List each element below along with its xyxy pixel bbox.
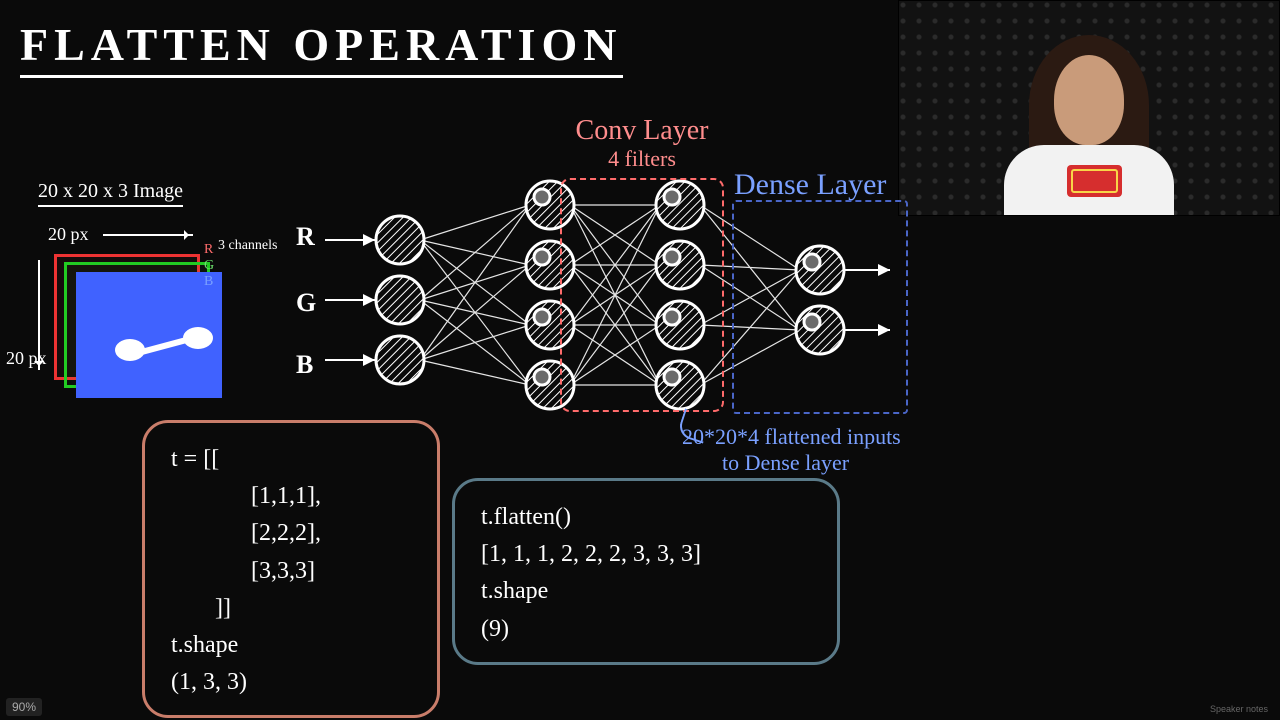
conv-layer-label: Conv Layer 4 filters: [542, 116, 742, 171]
rgb-letter-r: R: [204, 242, 214, 258]
rgb-planes-icon: [54, 254, 214, 384]
conv-subtitle: 4 filters: [542, 147, 742, 171]
dumbbell-icon: [119, 331, 209, 361]
flatten-line1: 20*20*4 flattened inputs: [682, 424, 901, 449]
code-line: (1, 3, 3): [171, 664, 411, 701]
code-line: t.shape: [481, 573, 811, 610]
width-label: 20 px: [48, 224, 89, 244]
dense-layer-box: [732, 200, 908, 414]
flatten-line2: to Dense layer: [682, 450, 982, 476]
presenter-figure: [989, 25, 1189, 215]
arrow-right-icon: [103, 234, 193, 236]
conv-title: Conv Layer: [576, 115, 709, 146]
flatten-annotation: 20*20*4 flattened inputs to Dense layer: [682, 424, 982, 476]
rgb-letter-g: G: [204, 258, 214, 274]
code-line: ]]: [171, 590, 411, 627]
code-line: [3,3,3]: [171, 553, 411, 590]
plane-b: [76, 272, 222, 398]
conv-layer-box: [560, 178, 724, 412]
code-line: [1,1,1],: [171, 478, 411, 515]
speaker-notes-button[interactable]: Speaker notes: [1210, 704, 1268, 714]
code-line: [2,2,2],: [171, 515, 411, 552]
shirt-logo-icon: [1067, 165, 1122, 197]
input-image-block: 20 x 20 x 3 Image 20 px 3 channels R G B…: [8, 180, 278, 207]
code-line: (9): [481, 611, 811, 648]
code-line: t.flatten(): [481, 499, 811, 536]
image-caption: 20 x 20 x 3 Image: [38, 180, 183, 207]
channels-label: 3 channels: [218, 238, 277, 254]
presenter-face: [1054, 55, 1124, 145]
code-line: [1, 1, 1, 2, 2, 2, 3, 3, 3]: [481, 536, 811, 573]
code-line: t.shape: [171, 627, 411, 664]
code-panel-tensor: t = [[ [1,1,1], [2,2,2], [3,3,3] ]] t.sh…: [142, 420, 440, 718]
page-title: FLATTEN OPERATION: [20, 18, 623, 78]
code-line: t = [[: [171, 441, 411, 478]
zoom-indicator[interactable]: 90%: [6, 698, 42, 716]
rgb-letter-b: B: [204, 274, 214, 290]
dense-layer-label: Dense Layer: [734, 168, 886, 202]
height-label: 20 px: [6, 348, 47, 369]
code-panel-flatten: t.flatten() [1, 1, 1, 2, 2, 2, 3, 3, 3] …: [452, 478, 840, 665]
width-dimension: 20 px: [48, 224, 193, 245]
rgb-letters: R G B: [204, 242, 214, 290]
presenter-webcam: [898, 0, 1280, 216]
